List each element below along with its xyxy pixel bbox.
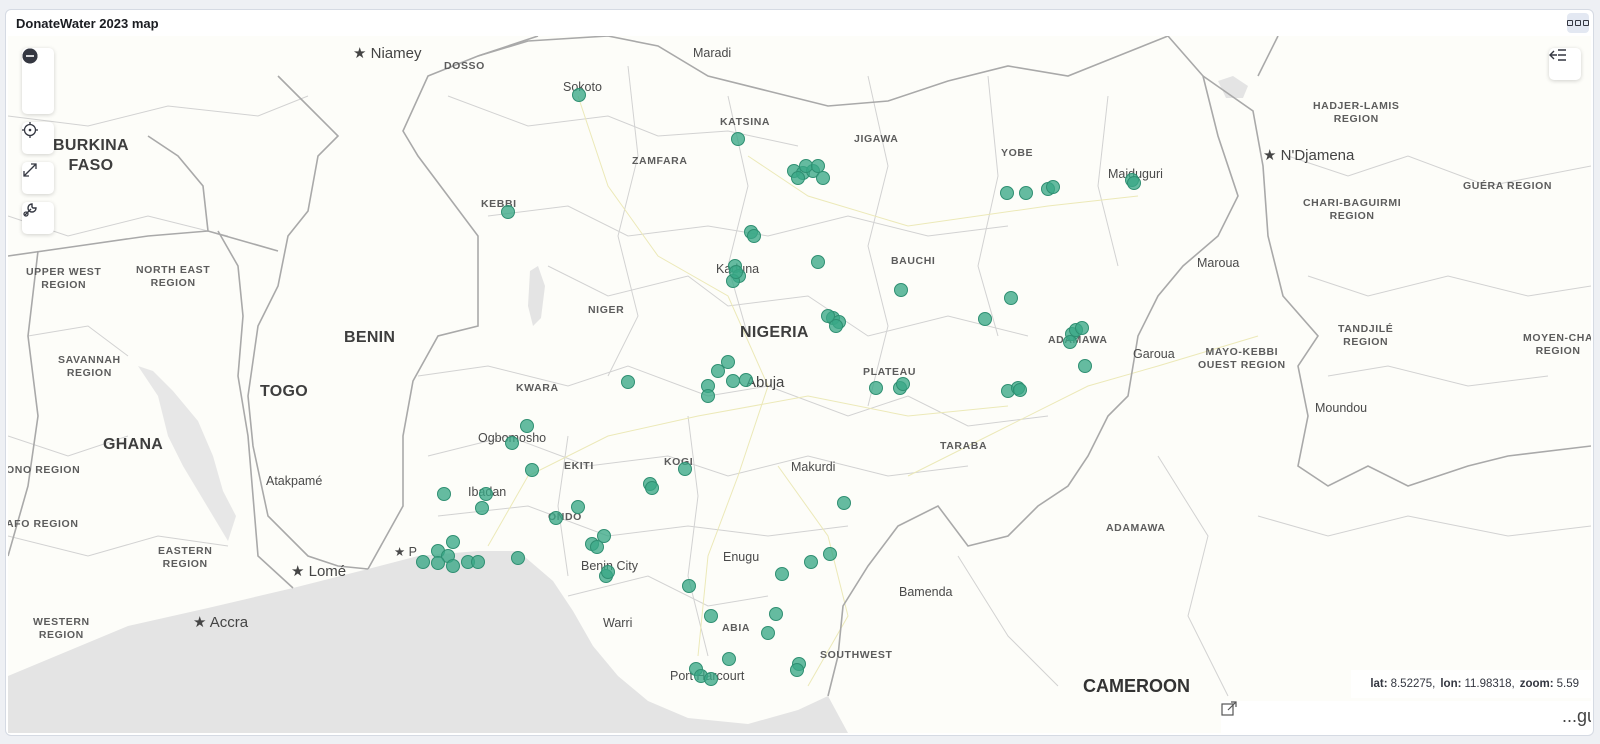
donation-points-layer	[416, 88, 1141, 686]
tools-button[interactable]	[22, 202, 54, 234]
panel-options-icon[interactable]	[1567, 13, 1589, 33]
donation-point[interactable]	[601, 565, 615, 579]
map-panel: DonateWater 2023 map ★ Niamey ★ N'Djamen…	[5, 9, 1594, 736]
donation-point[interactable]	[572, 88, 586, 102]
donation-point[interactable]	[446, 559, 460, 573]
external-link-icon[interactable]	[1221, 701, 1237, 717]
donation-point[interactable]	[479, 487, 493, 501]
donation-point[interactable]	[437, 487, 451, 501]
donation-point[interactable]	[811, 159, 825, 173]
attribution-bar: ...gu	[1221, 701, 1591, 733]
donation-point[interactable]	[1063, 335, 1077, 349]
donation-point[interactable]	[549, 511, 563, 525]
donation-point[interactable]	[837, 496, 851, 510]
donation-point[interactable]	[1075, 321, 1089, 335]
zoom-out-button[interactable]	[22, 48, 54, 112]
donation-point[interactable]	[761, 626, 775, 640]
donation-point[interactable]	[1000, 186, 1014, 200]
donation-point[interactable]	[682, 579, 696, 593]
donation-point[interactable]	[1019, 186, 1033, 200]
donation-point[interactable]	[791, 171, 805, 185]
donation-point[interactable]	[722, 652, 736, 666]
donation-point[interactable]	[790, 663, 804, 677]
lon-value: 11.98318,	[1464, 678, 1515, 690]
donation-point[interactable]	[446, 535, 460, 549]
donation-point[interactable]	[729, 265, 743, 279]
donation-point[interactable]	[775, 567, 789, 581]
donation-point[interactable]	[811, 255, 825, 269]
donation-point[interactable]	[731, 132, 745, 146]
minus-circle-icon	[22, 48, 38, 64]
donation-point[interactable]	[511, 551, 525, 565]
menu-collapse-icon	[1549, 49, 1566, 61]
donation-point[interactable]	[1013, 383, 1027, 397]
donation-point[interactable]	[721, 355, 735, 369]
donation-point[interactable]	[821, 309, 835, 323]
donation-point[interactable]	[704, 672, 718, 686]
panel-title: DonateWater 2023 map	[16, 16, 159, 31]
donation-point[interactable]	[816, 171, 830, 185]
donation-point[interactable]	[823, 547, 837, 561]
donation-point[interactable]	[621, 375, 635, 389]
donation-point[interactable]	[525, 463, 539, 477]
donation-point[interactable]	[520, 419, 534, 433]
donation-point[interactable]	[799, 159, 813, 173]
zoom-controls	[22, 48, 54, 114]
donation-point[interactable]	[475, 501, 489, 515]
donation-point[interactable]	[1004, 291, 1018, 305]
donation-point[interactable]	[645, 481, 659, 495]
donation-point[interactable]	[571, 500, 585, 514]
locate-button[interactable]	[22, 122, 54, 154]
donation-point[interactable]	[1078, 359, 1092, 373]
donation-point[interactable]	[747, 229, 761, 243]
donation-point[interactable]	[711, 364, 725, 378]
donation-point[interactable]	[896, 377, 910, 391]
mouse-coordinates: lat: 8.52275, lon: 11.98318, zoom: 5.59	[1351, 670, 1591, 698]
expand-icon	[23, 163, 37, 177]
donation-point[interactable]	[701, 389, 715, 403]
wrench-icon	[23, 203, 37, 217]
donation-point[interactable]	[1046, 180, 1060, 194]
donation-point[interactable]	[894, 283, 908, 297]
donation-point[interactable]	[471, 555, 485, 569]
attribution-text: ...gu	[1561, 706, 1591, 726]
donation-point[interactable]	[739, 373, 753, 387]
donation-point[interactable]	[726, 374, 740, 388]
donation-point[interactable]	[678, 462, 692, 476]
donation-point[interactable]	[416, 555, 430, 569]
fit-to-data-button[interactable]	[22, 162, 54, 194]
layer-control-button[interactable]	[1549, 48, 1581, 80]
donation-point[interactable]	[769, 607, 783, 621]
donation-point[interactable]	[704, 609, 718, 623]
map-canvas[interactable]: ★ Niamey ★ N'Djamena ★ Lomé ★ Accra BURK…	[8, 36, 1591, 733]
donation-point[interactable]	[590, 540, 604, 554]
donation-point[interactable]	[978, 312, 992, 326]
panel-header: DonateWater 2023 map	[6, 10, 1593, 36]
crosshair-icon	[22, 122, 38, 138]
lat-value: 8.52275,	[1390, 678, 1436, 690]
donation-point[interactable]	[431, 556, 445, 570]
donation-point[interactable]	[1127, 176, 1141, 190]
donation-point[interactable]	[501, 205, 515, 219]
donation-point[interactable]	[505, 436, 519, 450]
zoom-value: 5.59	[1556, 678, 1579, 690]
donation-point[interactable]	[804, 555, 818, 569]
donation-point[interactable]	[869, 381, 883, 395]
